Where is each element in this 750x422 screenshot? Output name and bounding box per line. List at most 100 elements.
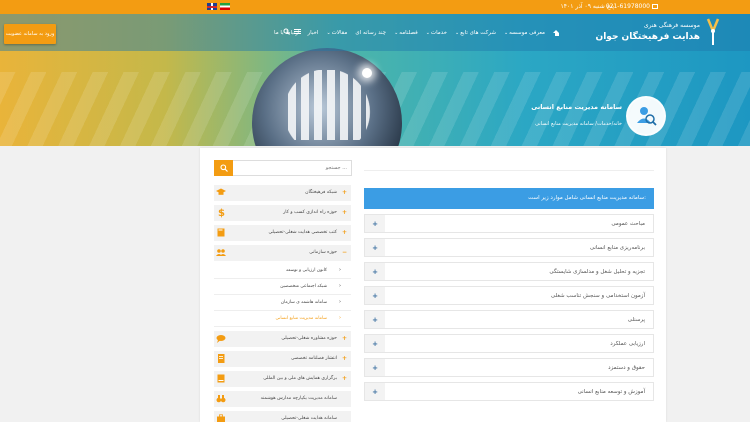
sidebar-item-organizational[interactable]: − حوزه سازمانی <box>214 245 351 261</box>
register-button[interactable]: ورود به سامانه عضویت <box>4 24 56 44</box>
dollar-icon: $ <box>218 208 225 218</box>
content-card: + شبکه فرهیختگان + حوزه راه اندازی کسب و… <box>200 148 666 422</box>
accordion-item[interactable]: + آموزش و توسعه منابع انسانی <box>364 382 654 401</box>
nav-item-label: مقالات <box>331 30 348 36</box>
users-icon <box>216 249 226 256</box>
plus-icon[interactable]: + <box>365 383 385 400</box>
book-icon <box>217 374 225 383</box>
plus-icon[interactable]: + <box>365 263 385 280</box>
sidebar-item-smart-schools[interactable]: سامانه مدیریت یکپارچه مدارس هوشمند <box>214 391 351 407</box>
submenu-item[interactable]: › سامانه هاشمه ی سازمان <box>214 295 351 311</box>
nav-tools <box>283 28 301 35</box>
graduation-cap-icon <box>216 188 226 195</box>
persian-flag-icon[interactable] <box>220 3 230 10</box>
nav-item-quarterly[interactable]: فصلنامه ⌄ <box>394 30 418 36</box>
section-header: سامانه مدیریت منابع انسانی شامل موارد زی… <box>364 188 654 209</box>
hr-badge-icon <box>626 96 666 136</box>
search-input[interactable] <box>232 160 352 176</box>
submenu-item-label: سامانه مدیریت منابع انسانی <box>275 316 327 321</box>
nav-item-news[interactable]: اخبار <box>308 30 319 36</box>
chevron-right-icon: › <box>339 315 341 321</box>
sidebar-item-conferences[interactable]: + برگزاری همایش های ملی و بین المللی <box>214 371 351 387</box>
accordion-title: ارزیابی عملکرد <box>610 341 645 347</box>
breadcrumb[interactable]: خانه/خدمات/ سامانه مدیریت منابع انسانی <box>535 121 622 127</box>
logo-line-1: موسسه فرهنگی هنری <box>643 22 700 29</box>
accordion-title: برنامه‌ریزی منابع انسانی <box>589 245 645 251</box>
sidebar-search <box>214 160 352 176</box>
nav-menu: معرفی موسسه ⌄ شرکت های تابع ⌄ خدمات ⌄ فصلنا… <box>274 30 560 36</box>
search-button[interactable] <box>214 160 233 176</box>
submenu-item-active[interactable]: › سامانه مدیریت منابع انسانی <box>214 311 351 327</box>
menu-icon[interactable] <box>294 28 301 35</box>
sidebar-item-career-guidance[interactable]: سامانه هدایت شغلی-تحصیلی <box>214 411 351 422</box>
sidebar-submenu: › کانون ارزیابی و توسعه › شبکه اجتماعی م… <box>214 263 351 327</box>
sidebar-item-business[interactable]: + حوزه راه اندازی کسب و کار $ <box>214 205 351 221</box>
home-icon[interactable] <box>553 30 560 36</box>
logo-line-2: هدایت فرهیختگان جوان <box>595 32 700 42</box>
sidebar-item-counseling[interactable]: + حوزه مشاوره شغلی-تحصیلی <box>214 331 351 347</box>
accordion-item[interactable]: + آزمون استخدامی و سنجش تناسب شغلی <box>364 286 654 305</box>
nav-item-services[interactable]: خدمات ⌄ <box>426 30 447 36</box>
search-icon[interactable] <box>283 28 290 35</box>
accordion-item[interactable]: + مباحث عمومی <box>364 214 654 233</box>
accordion-item[interactable]: + پرسنلی <box>364 310 654 329</box>
chevron-down-icon: ⌄ <box>394 30 399 36</box>
chevron-down-icon: ⌄ <box>503 30 509 36</box>
sidebar-item-label: شبکه فرهیختگان <box>305 190 337 195</box>
sidebar-item-label: کتب تخصصی هدایت شغلی-تحصیلی <box>268 230 337 235</box>
plus-icon[interactable]: + <box>365 239 385 256</box>
accordion-item[interactable]: + ارزیابی عملکرد <box>364 334 654 353</box>
chevron-right-icon: › <box>339 299 341 305</box>
submenu-item-label: کانون ارزیابی و توسعه <box>286 268 327 273</box>
nav-item-articles[interactable]: مقالات ⌄ <box>326 30 347 36</box>
nav-item-label: معرفی موسسه <box>509 30 545 36</box>
nav-item-companies[interactable]: شرکت های تابع ⌄ <box>455 30 496 36</box>
accordion-title: مباحث عمومی <box>611 221 645 227</box>
page-title: سامانه مدیریت منابع انسانی <box>531 103 622 111</box>
accordion-item[interactable]: + تجزیه و تحلیل شغل و مدلسازی شایستگی <box>364 262 654 281</box>
submenu-item[interactable]: › کانون ارزیابی و توسعه <box>214 263 351 279</box>
submenu-item-label: شبکه اجتماعی متخصصین <box>280 284 327 289</box>
chat-icon <box>216 335 226 343</box>
main-content: سامانه مدیریت منابع انسانی شامل موارد زی… <box>364 188 654 401</box>
globe-image <box>252 48 402 146</box>
nav-item-label: اخبار <box>307 30 319 36</box>
accordion-title: آزمون استخدامی و سنجش تناسب شغلی <box>550 293 645 299</box>
chevron-down-icon: ⌄ <box>425 30 430 36</box>
notebook-icon <box>218 354 225 363</box>
logo-mark-icon <box>706 18 720 45</box>
chevron-right-icon: › <box>339 283 341 289</box>
phone-icon <box>652 4 658 9</box>
divider <box>364 170 654 171</box>
book-icon <box>217 228 225 237</box>
minus-icon: − <box>341 249 347 256</box>
nav-item-multimedia[interactable]: چند رسانه ای <box>355 30 386 36</box>
sidebar-item-books[interactable]: + کتب تخصصی هدایت شغلی-تحصیلی <box>214 225 351 241</box>
accordion-item[interactable]: + حقوق و دستمزد <box>364 358 654 377</box>
sidebar-item-label: برگزاری همایش های ملی و بین المللی <box>263 376 337 381</box>
plus-icon[interactable]: + <box>365 311 385 328</box>
plus-icon: + <box>341 335 347 342</box>
nav-item-about[interactable]: معرفی موسسه ⌄ <box>504 30 545 36</box>
sidebar-item-label: حوزه مشاوره شغلی-تحصیلی <box>281 336 337 341</box>
submenu-item[interactable]: › شبکه اجتماعی متخصصین <box>214 279 351 295</box>
svg-text:$: $ <box>218 208 225 218</box>
plus-icon[interactable]: + <box>365 335 385 352</box>
plus-icon[interactable]: + <box>365 359 385 376</box>
english-flag-icon[interactable] <box>207 3 217 10</box>
accordion-item[interactable]: + برنامه‌ریزی منابع انسانی <box>364 238 654 257</box>
sidebar-item-quarterly[interactable]: + انتشار فصلنامه تخصصی <box>214 351 351 367</box>
accordion-title: تجزیه و تحلیل شغل و مدلسازی شایستگی <box>549 269 645 275</box>
language-switcher <box>207 3 230 10</box>
briefcase-icon <box>217 414 225 422</box>
chevron-right-icon: › <box>339 267 341 273</box>
sidebar-menu: + شبکه فرهیختگان + حوزه راه اندازی کسب و… <box>214 185 351 422</box>
plus-icon: + <box>341 375 347 382</box>
submenu-item-label: سامانه هاشمه ی سازمان <box>280 300 327 305</box>
binoculars-icon <box>216 395 226 403</box>
people-search-icon <box>637 107 657 126</box>
site-logo[interactable]: موسسه فرهنگی هنری هدایت فرهیختگان جوان <box>596 16 722 50</box>
plus-icon[interactable]: + <box>365 215 385 232</box>
plus-icon[interactable]: + <box>365 287 385 304</box>
sidebar-item-network[interactable]: + شبکه فرهیختگان <box>214 185 351 201</box>
